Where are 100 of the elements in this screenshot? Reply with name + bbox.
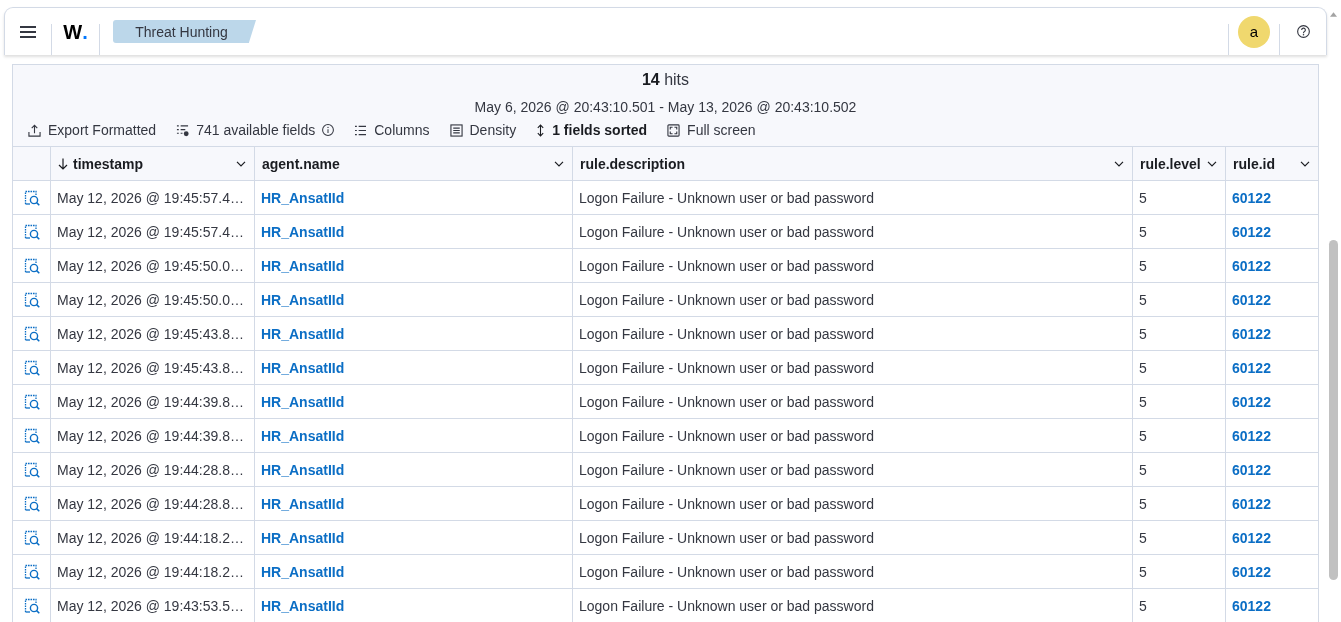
inspect-row-button[interactable] [23,529,40,546]
export-button[interactable]: Export Formatted [28,120,157,140]
table-cell: May 12, 2026 @ 19:45:43.8… [51,351,255,385]
inspect-row-button[interactable] [23,325,40,342]
column-header[interactable]: rule.level [1133,147,1226,181]
inspect-row-button[interactable] [23,257,40,274]
cell-link[interactable]: 60122 [1232,495,1271,512]
cell-link[interactable]: HR_AnsatIId [261,461,345,478]
document-search-icon [23,359,40,376]
document-search-icon [23,461,40,478]
table-cell: Logon Failure - Unknown user or bad password [573,453,1133,487]
inspect-row-button[interactable] [23,461,40,478]
table-cell: Logon Failure - Unknown user or bad password [573,487,1133,521]
user-avatar-button[interactable]: a [1238,15,1270,48]
breadcrumb-tab[interactable]: Threat Hunting [113,20,256,43]
cell-link[interactable]: HR_AnsatIId [261,495,345,512]
cell-link[interactable]: HR_AnsatIId [261,189,345,206]
cell-link[interactable]: HR_AnsatIId [261,529,345,546]
scrollbar-thumb[interactable] [1328,240,1338,580]
cell-link[interactable]: 60122 [1232,427,1271,444]
cell-link[interactable]: HR_AnsatIId [261,393,345,410]
table-cell: Logon Failure - Unknown user or bad password [573,351,1133,385]
density-button[interactable]: Density [449,120,517,140]
table-cell: 5 [1133,317,1226,351]
chevron-down-icon[interactable] [554,160,564,167]
column-header[interactable]: rule.description [573,147,1133,181]
inspect-row-button[interactable] [23,189,40,206]
document-search-icon [23,529,40,546]
table-cell: May 12, 2026 @ 19:44:18.2… [51,555,255,589]
help-button[interactable] [1296,25,1310,38]
fullscreen-icon [667,123,681,137]
table-cell: 5 [1133,215,1226,249]
cell-link[interactable]: HR_AnsatIId [261,427,345,444]
table-cell: Logon Failure - Unknown user or bad password [573,555,1133,589]
time-range: May 6, 2026 @ 20:43:10.501 - May 13, 2026 @ 20:43:10.502 [474,98,857,117]
table-cell: May 12, 2026 @ 19:44:28.8… [51,487,255,521]
available-fields-button[interactable]: 741 available fields [176,120,335,140]
arrow-down-icon [58,157,68,170]
table-cell: Logon Failure - Unknown user or bad password [573,181,1133,215]
inspect-row-button[interactable] [23,597,40,614]
table-cell: 5 [1133,351,1226,385]
table-cell: Logon Failure - Unknown user or bad password [573,385,1133,419]
chevron-down-icon[interactable] [1300,160,1310,167]
cell-link[interactable]: 60122 [1232,325,1271,342]
document-search-icon [23,257,40,274]
cell-link[interactable]: 60122 [1232,461,1271,478]
logo[interactable]: W. [63,21,88,42]
help-icon [1296,25,1310,38]
document-search-icon [23,597,40,614]
table-cell: May 12, 2026 @ 19:45:50.0… [51,249,255,283]
cell-link[interactable]: HR_AnsatIId [261,257,345,274]
cell-link[interactable]: 60122 [1232,291,1271,308]
inspect-row-button[interactable] [23,393,40,410]
document-search-icon [23,563,40,580]
table-cell: 5 [1133,521,1226,555]
document-search-icon [23,291,40,308]
cell-link[interactable]: 60122 [1232,189,1271,206]
cell-link[interactable]: HR_AnsatIId [261,597,345,614]
inspect-row-button[interactable] [23,223,40,240]
inspect-row-button[interactable] [23,291,40,308]
list-icon [354,124,368,136]
columns-button[interactable]: Columns [354,120,430,140]
menu-button[interactable] [20,25,36,38]
table-cell: May 12, 2026 @ 19:45:43.8… [51,317,255,351]
cell-link[interactable]: 60122 [1232,359,1271,376]
chevron-down-icon[interactable] [1114,160,1124,167]
cell-link[interactable]: HR_AnsatIId [261,325,345,342]
cell-link[interactable]: HR_AnsatIId [261,359,345,376]
chevron-down-icon[interactable] [1207,160,1217,167]
cell-link[interactable]: 60122 [1232,257,1271,274]
column-header[interactable]: timestamp [51,147,255,181]
cell-link[interactable]: 60122 [1232,563,1271,580]
table-cell: Logon Failure - Unknown user or bad password [573,317,1133,351]
cell-link[interactable]: HR_AnsatIId [261,291,345,308]
table-cell: Logon Failure - Unknown user or bad password [573,521,1133,555]
table-cell: Logon Failure - Unknown user or bad password [573,283,1133,317]
cell-link[interactable]: 60122 [1232,393,1271,410]
inspect-row-button[interactable] [23,563,40,580]
table-cell: 5 [1133,555,1226,589]
table-rows-icon [449,123,463,137]
inspect-row-button[interactable] [23,427,40,444]
table-cell: 5 [1133,419,1226,453]
cell-link[interactable]: HR_AnsatIId [261,563,345,580]
document-search-icon [23,427,40,444]
inspect-row-button[interactable] [23,495,40,512]
cell-link[interactable]: 60122 [1232,223,1271,240]
table-cell: Logon Failure - Unknown user or bad password [573,215,1133,249]
column-header[interactable]: rule.id [1226,147,1318,181]
cell-link[interactable]: 60122 [1232,597,1271,614]
table-cell: 5 [1133,487,1226,521]
cell-link[interactable]: HR_AnsatIId [261,223,345,240]
menu-icon [20,25,36,38]
inspect-row-button[interactable] [23,359,40,376]
table-cell: Logon Failure - Unknown user or bad password [573,419,1133,453]
sort-fields-button[interactable]: 1 fields sorted [536,120,648,140]
table-cell: May 12, 2026 @ 19:44:39.8… [51,419,255,453]
full-screen-button[interactable]: Full screen [667,120,756,140]
cell-link[interactable]: 60122 [1232,529,1271,546]
chevron-down-icon[interactable] [236,160,246,167]
column-header[interactable]: agent.name [255,147,573,181]
